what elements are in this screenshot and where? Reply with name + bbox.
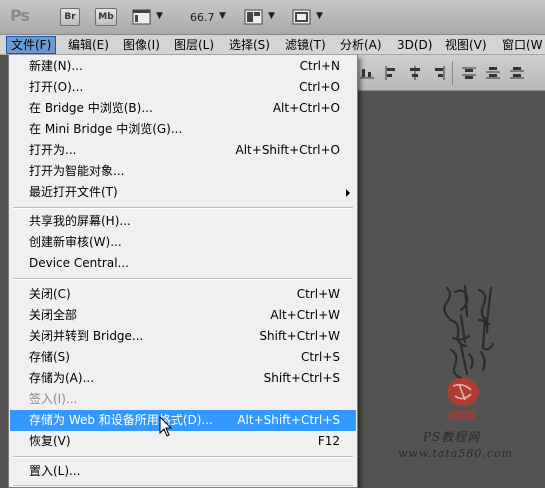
menu-item-label: 创建新审核(W)... [29,235,122,249]
menu-item-shortcut: Shift+Ctrl+S [263,371,340,385]
watermark-site-url: www.tata580.com [398,447,514,460]
menu-edit[interactable]: 编辑(E) [64,36,113,54]
mini-bridge-button[interactable]: Mb [95,8,117,26]
menu-item-label: 最近打开文件(T) [29,185,118,199]
options-divider [452,61,453,85]
distribute-top-icon[interactable] [462,66,476,80]
menu-item-close-all[interactable]: 关闭全部 Alt+Ctrl+W [10,305,356,326]
menu-item-close[interactable]: 关闭(C) Ctrl+W [10,284,356,305]
menu-filter[interactable]: 滤镜(T) [281,36,330,54]
menu-item-label: 关闭(C) [29,287,71,301]
align-left-edges-icon[interactable] [384,66,398,80]
menu-item-shortcut: Alt+Shift+Ctrl+S [237,413,340,427]
menu-item-label: 存储为 Web 和设备所用格式(D)... [29,413,213,427]
menu-item-label: 签入(I)... [29,392,78,406]
menu-bar: 文件(F) 编辑(E) 图像(I) 图层(L) 选择(S) 滤镜(T) 分析(A… [0,35,545,55]
menu-separator [13,485,353,487]
menu-item-open-as-smart-object[interactable]: 打开为智能对象... [10,161,356,182]
distribute-vertical-centers-icon[interactable] [486,66,500,80]
photoshop-logo: Ps [10,6,30,25]
menu-item-revert[interactable]: 恢复(V) F12 [10,431,356,452]
menu-item-label: 共享我的屏幕(H)... [29,214,131,228]
menu-item-open-as[interactable]: 打开为... Alt+Shift+Ctrl+O [10,140,356,161]
menu-item-shortcut: Ctrl+O [299,80,340,94]
menu-view[interactable]: 视图(V) [441,36,491,54]
submenu-arrow-icon [346,189,350,197]
bridge-button[interactable]: Br [60,8,80,26]
menu-item-shortcut: Ctrl+N [299,59,340,73]
options-bar [358,55,545,91]
zoom-level[interactable]: 66.7 [190,11,215,24]
menu-item-open-recent[interactable]: 最近打开文件(T) [10,182,356,203]
align-right-edges-icon[interactable] [432,66,446,80]
watermark-site-title: PS教程网 [423,430,481,444]
arrange-dropdown-icon[interactable]: ▼ [268,11,275,21]
menu-item-shortcut: Shift+Ctrl+W [259,329,340,343]
menu-item-device-central[interactable]: Device Central... [10,253,356,274]
screen-mode-dropdown-icon[interactable]: ▼ [316,11,323,21]
zoom-dropdown-icon[interactable]: ▼ [219,11,226,21]
menu-select[interactable]: 选择(S) [225,36,274,54]
menu-item-create-new-review[interactable]: 创建新审核(W)... [10,232,356,253]
arrange-documents-icon[interactable] [244,8,264,26]
view-extras-dropdown-icon[interactable]: ▼ [156,11,163,21]
menu-item-shortcut: Ctrl+S [300,350,340,364]
menu-item-shortcut: Alt+Shift+Ctrl+O [235,143,340,157]
menu-item-save[interactable]: 存储(S) Ctrl+S [10,347,356,368]
menu-item-label: Device Central... [29,256,129,270]
distribute-bottom-icon[interactable] [510,66,524,80]
menu-item-shortcut: Alt+Ctrl+W [270,308,340,322]
menu-item-shortcut: Ctrl+W [296,287,340,301]
menu-item-label: 恢复(V) [29,434,71,448]
menu-item-label: 存储为(A)... [29,371,95,385]
menu-item-label: 打开为智能对象... [29,164,125,178]
menu-item-label: 关闭并转到 Bridge... [29,329,144,343]
menu-separator [13,207,353,209]
menu-item-place[interactable]: 置入(L)... [10,461,356,482]
menu-item-browse-in-bridge[interactable]: 在 Bridge 中浏览(B)... Alt+Ctrl+O [10,98,356,119]
align-horizontal-centers-icon[interactable] [408,66,422,80]
menu-file[interactable]: 文件(F) [6,36,57,54]
menu-image[interactable]: 图像(I) [119,36,164,54]
menu-item-check-in: 签入(I)... [10,389,356,410]
menu-item-new[interactable]: 新建(N)... Ctrl+N [10,56,356,77]
menu-3d[interactable]: 3D(D) [393,36,436,54]
menu-item-label: 关闭全部 [29,308,78,322]
menu-item-label: 在 Mini Bridge 中浏览(G)... [29,122,183,136]
menu-analysis[interactable]: 分析(A) [336,36,386,54]
menu-item-browse-in-mini-bridge[interactable]: 在 Mini Bridge 中浏览(G)... [10,119,356,140]
menu-item-shortcut: F12 [317,434,340,448]
mouse-pointer-icon [159,416,173,437]
menu-layer[interactable]: 图层(L) [170,36,218,54]
menu-item-label: 置入(L)... [29,464,81,478]
view-extras-icon[interactable] [132,8,152,26]
menu-item-label: 在 Bridge 中浏览(B)... [29,101,153,115]
menu-item-save-as[interactable]: 存储为(A)... Shift+Ctrl+S [10,368,356,389]
application-bar: Ps Br Mb ▼ 66.7 ▼ ▼ ▼ [0,0,545,35]
menu-item-open[interactable]: 打开(O)... Ctrl+O [10,77,356,98]
file-menu-dropdown: 新建(N)... Ctrl+N 打开(O)... Ctrl+O 在 Bridge… [8,55,358,488]
menu-window[interactable]: 窗口(W [498,36,545,54]
menu-separator [13,456,353,458]
menu-item-label: 新建(N)... [29,59,83,73]
menu-item-label: 打开(O)... [29,80,84,94]
menu-separator [13,278,353,280]
menu-item-close-and-go-to-bridge[interactable]: 关闭并转到 Bridge... Shift+Ctrl+W [10,326,356,347]
menu-item-label: 打开为... [29,143,77,157]
menu-item-share-my-screen[interactable]: 共享我的屏幕(H)... [10,211,356,232]
menu-item-save-for-web-and-devices[interactable]: 存储为 Web 和设备所用格式(D)... Alt+Shift+Ctrl+S [10,410,356,431]
screen-mode-icon[interactable] [292,8,312,26]
align-bottom-icon[interactable] [360,66,374,80]
menu-item-label: 存储(S) [29,350,70,364]
menu-item-shortcut: Alt+Ctrl+O [272,101,340,115]
